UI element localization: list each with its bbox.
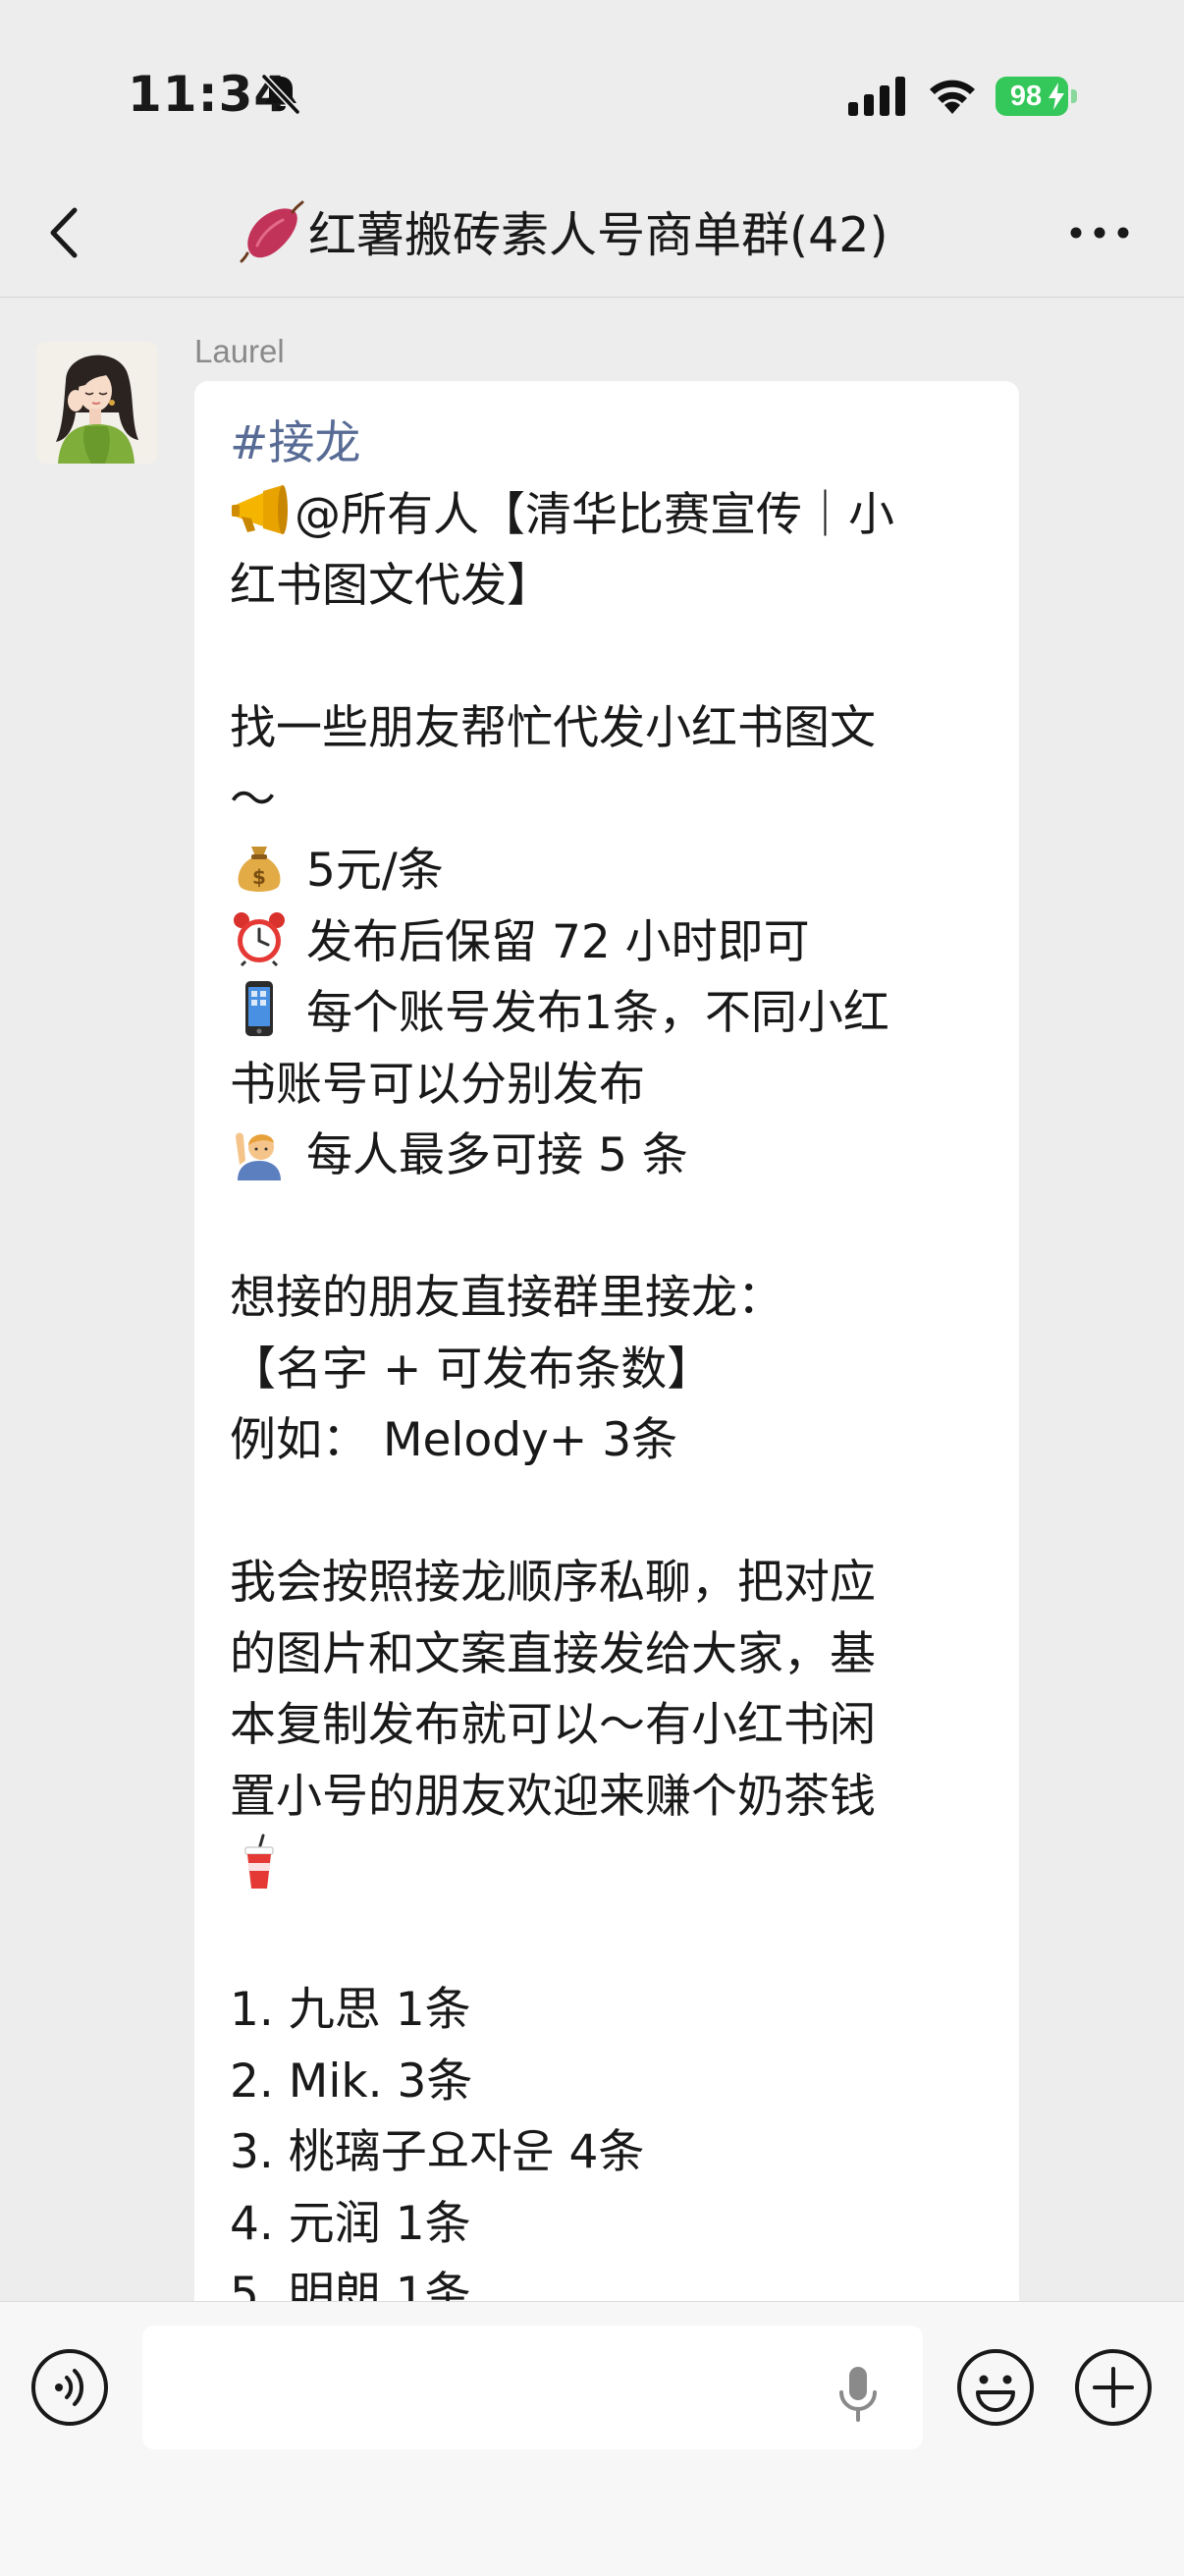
input-bar	[0, 2301, 1184, 2576]
signup-entry: 1. 九思 1条	[230, 1975, 996, 2047]
message-line: 发布后保留 72 小时即可	[230, 907, 996, 979]
plus-icon[interactable]	[1073, 2347, 1154, 2428]
signup-entry-text: 4. 元润 1条	[230, 2196, 471, 2251]
svg-text:$: $	[252, 865, 266, 889]
message-line: 书账号可以分别发布	[230, 1050, 996, 1122]
message-line-text: 每个账号发布1条，不同小红	[306, 986, 889, 1040]
message-line: 每个账号发布1条，不同小红	[230, 978, 996, 1050]
message-line-text: @所有人【清华比赛宣传｜小	[295, 487, 894, 542]
hashtag-link[interactable]: #接龙	[230, 416, 360, 470]
message-input[interactable]	[142, 2326, 923, 2449]
message-line: 例如： Melody+ 3条	[230, 1405, 996, 1477]
message-line-text: 发布后保留 72 小时即可	[306, 914, 810, 969]
chat-title-text: 红薯搬砖素人号商单群(42)	[308, 207, 888, 263]
person-raising-hand-icon	[236, 1132, 281, 1180]
message-line: @所有人【清华比赛宣传｜小	[230, 480, 996, 552]
message-line-text: 置小号的朋友欢迎来赚个奶茶钱	[230, 1769, 876, 1824]
avatar-illustration	[36, 342, 158, 464]
charging-bolt-icon	[1049, 82, 1064, 110]
cup-with-straw-icon	[244, 1834, 274, 1889]
message-line-text: 红书图文代发】	[230, 559, 553, 613]
sender-name: Laurel	[194, 333, 285, 369]
emoji-icon[interactable]	[955, 2347, 1036, 2428]
sweet-potato-icon	[240, 200, 304, 263]
wifi-icon	[930, 80, 975, 114]
money-bag-icon: $	[238, 847, 281, 892]
status-bar: 11:34 98	[0, 0, 1184, 187]
message-line-text: 例如： Melody+ 3条	[230, 1413, 678, 1467]
mobile-phone-icon	[245, 981, 273, 1036]
message-line-text: 想接的朋友直接群里接龙：	[230, 1271, 783, 1325]
back-icon[interactable]	[41, 198, 90, 267]
signup-entry-text: 3. 桃璃子요자운 4条	[230, 2125, 645, 2179]
microphone-icon[interactable]	[836, 2365, 880, 2424]
chat-title[interactable]: 红薯搬砖素人号商单群(42)	[240, 200, 946, 269]
message-line: 想接的朋友直接群里接龙：	[230, 1263, 996, 1335]
signup-entry-text: 1. 九思 1条	[230, 1983, 471, 2037]
megaphone-icon	[232, 484, 288, 534]
message-line: 找一些朋友帮忙代发小红书图文	[230, 693, 996, 765]
message-line: 置小号的朋友欢迎来赚个奶茶钱	[230, 1762, 996, 1834]
message-line: 本复制发布就可以～有小红书闲	[230, 1690, 996, 1762]
message-line	[230, 1833, 996, 1904]
message-line-text: 【名字 + 可发布条数】	[230, 1342, 714, 1397]
signup-entry: 4. 元润 1条	[230, 2189, 996, 2261]
message-line-text: 的图片和文案直接发给大家，基	[230, 1626, 876, 1681]
message-line: 【名字 + 可发布条数】	[230, 1335, 996, 1406]
message-line-text: 找一些朋友帮忙代发小红书图文	[230, 701, 876, 755]
signup-entry: 3. 桃璃子요자운 4条	[230, 2117, 996, 2189]
battery-level: 98	[1009, 81, 1043, 112]
message-line-text: 书账号可以分别发布	[230, 1057, 645, 1112]
message-line: 的图片和文案直接发给大家，基	[230, 1619, 996, 1691]
battery-icon: 98	[996, 77, 1078, 116]
signup-entry: 2. Mik. 3条	[230, 2047, 996, 2118]
battery-tip	[1071, 89, 1077, 103]
message-line: #接龙	[230, 409, 996, 480]
voice-mode-icon[interactable]	[29, 2347, 110, 2428]
message-line: 每人最多可接 5 条	[230, 1121, 996, 1192]
message-line-text: ～	[230, 772, 276, 827]
message-line-text: 每人最多可接 5 条	[306, 1128, 688, 1182]
avatar[interactable]	[36, 342, 158, 464]
signal-icon	[848, 77, 905, 116]
signup-entry-text: 2. Mik. 3条	[230, 2054, 473, 2109]
message-line: $ 5元/条	[230, 836, 996, 907]
more-icon[interactable]	[1066, 208, 1133, 257]
message-bubble[interactable]: #接龙 @所有人【清华比赛宣传｜小 红书图文代发】 找一些朋友帮忙代发小红书图文…	[194, 381, 1019, 2355]
bell-off-icon	[261, 74, 300, 115]
nav-bar: 红薯搬砖素人号商单群(42)	[0, 175, 1184, 298]
message-text: #接龙 @所有人【清华比赛宣传｜小 红书图文代发】 找一些朋友帮忙代发小红书图文…	[230, 409, 996, 2331]
message-line: 红书图文代发】	[230, 551, 996, 623]
message-line: ～	[230, 765, 996, 837]
message-line-text: 本复制发布就可以～有小红书闲	[230, 1698, 876, 1752]
message-line-text: 我会按照接龙顺序私聊，把对应	[230, 1556, 876, 1610]
message-line: 我会按照接龙顺序私聊，把对应	[230, 1548, 996, 1619]
message-line-text: 5元/条	[306, 844, 444, 898]
alarm-clock-icon	[234, 911, 285, 966]
